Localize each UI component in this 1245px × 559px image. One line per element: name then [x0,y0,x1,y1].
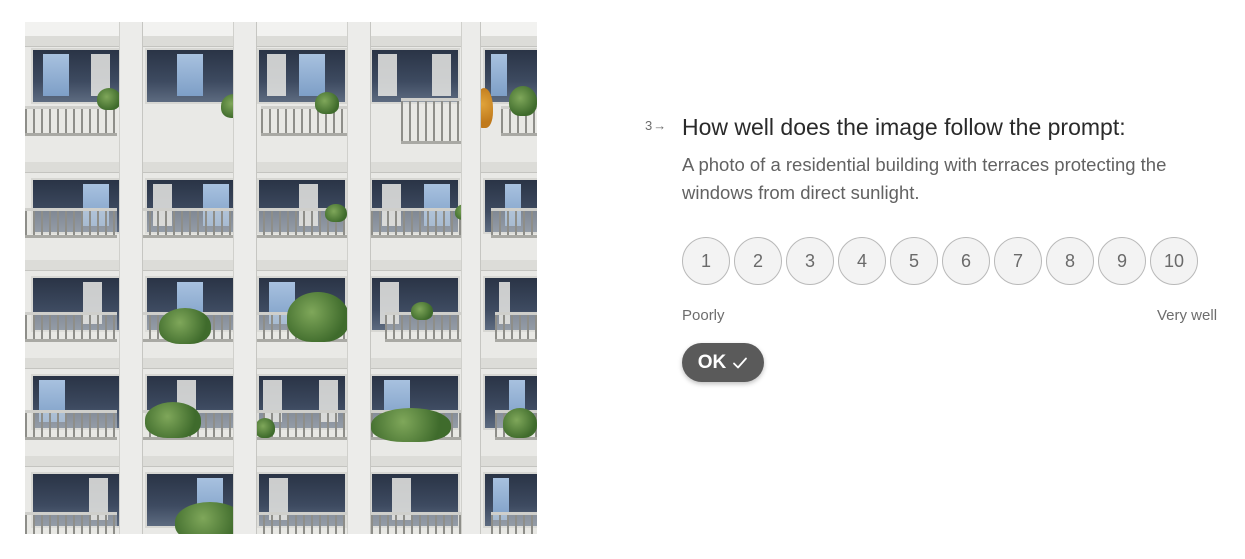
rating-option-7[interactable]: 7 [994,237,1042,285]
rating-option-4[interactable]: 4 [838,237,886,285]
rating-option-2[interactable]: 2 [734,237,782,285]
ok-button[interactable]: OK [682,343,764,382]
rating-option-1[interactable]: 1 [682,237,730,285]
rating-option-10[interactable]: 10 [1150,237,1198,285]
ok-button-label: OK [697,351,727,373]
rating-option-8[interactable]: 8 [1046,237,1094,285]
rating-scale: 1 2 3 4 5 6 7 8 9 10 [682,237,1198,285]
question-number: 3→ [645,118,667,133]
building-photo [25,22,537,534]
photo-column [347,22,371,534]
question-title: How well does the image follow the promp… [682,114,1126,140]
rating-option-9[interactable]: 9 [1098,237,1146,285]
check-icon [733,357,748,368]
rating-option-5[interactable]: 5 [890,237,938,285]
survey-page: 3→ How well does the image follow the pr… [0,0,1245,559]
question-description: A photo of a residential building with t… [682,154,1167,203]
question-number-value: 3 [645,118,654,133]
scale-high-label: Very well [1157,307,1218,324]
photo-column [233,22,257,534]
photo-column [119,22,143,534]
arrow-right-icon: → [653,118,668,133]
scale-low-label: Poorly [682,307,725,324]
rating-option-3[interactable]: 3 [786,237,834,285]
rating-option-6[interactable]: 6 [942,237,990,285]
photo-column [461,22,481,534]
